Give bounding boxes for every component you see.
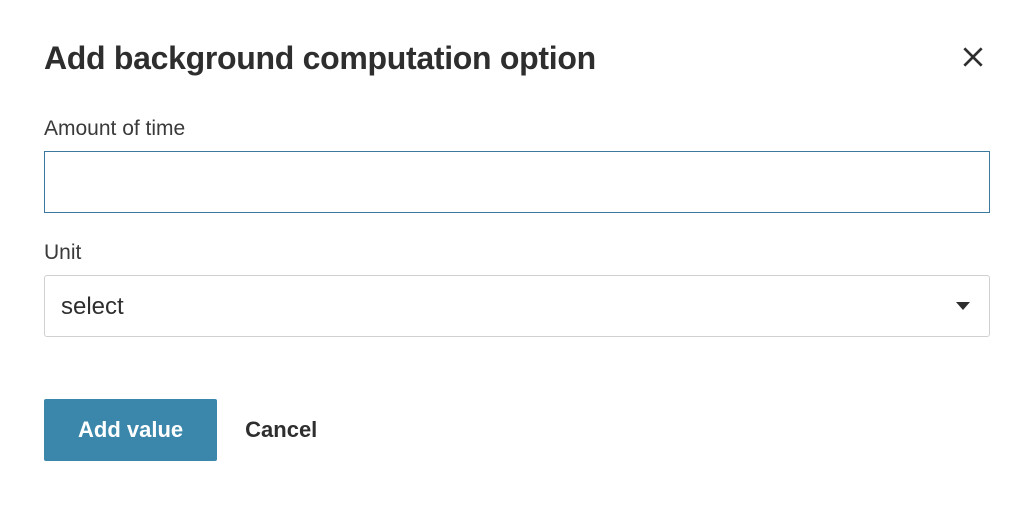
unit-label: Unit (44, 241, 990, 265)
amount-label: Amount of time (44, 117, 990, 141)
dialog-title: Add background computation option (44, 40, 596, 77)
amount-field: Amount of time (44, 117, 990, 213)
add-value-button[interactable]: Add value (44, 399, 217, 461)
dialog-actions: Add value Cancel (44, 399, 990, 461)
unit-field: Unit select (44, 241, 990, 337)
amount-input[interactable] (44, 151, 990, 213)
dialog-header: Add background computation option (44, 40, 990, 77)
cancel-button[interactable]: Cancel (245, 417, 317, 443)
unit-select[interactable]: select (44, 275, 990, 337)
unit-select-wrap: select (44, 275, 990, 337)
close-icon (960, 44, 986, 73)
close-button[interactable] (956, 40, 990, 77)
